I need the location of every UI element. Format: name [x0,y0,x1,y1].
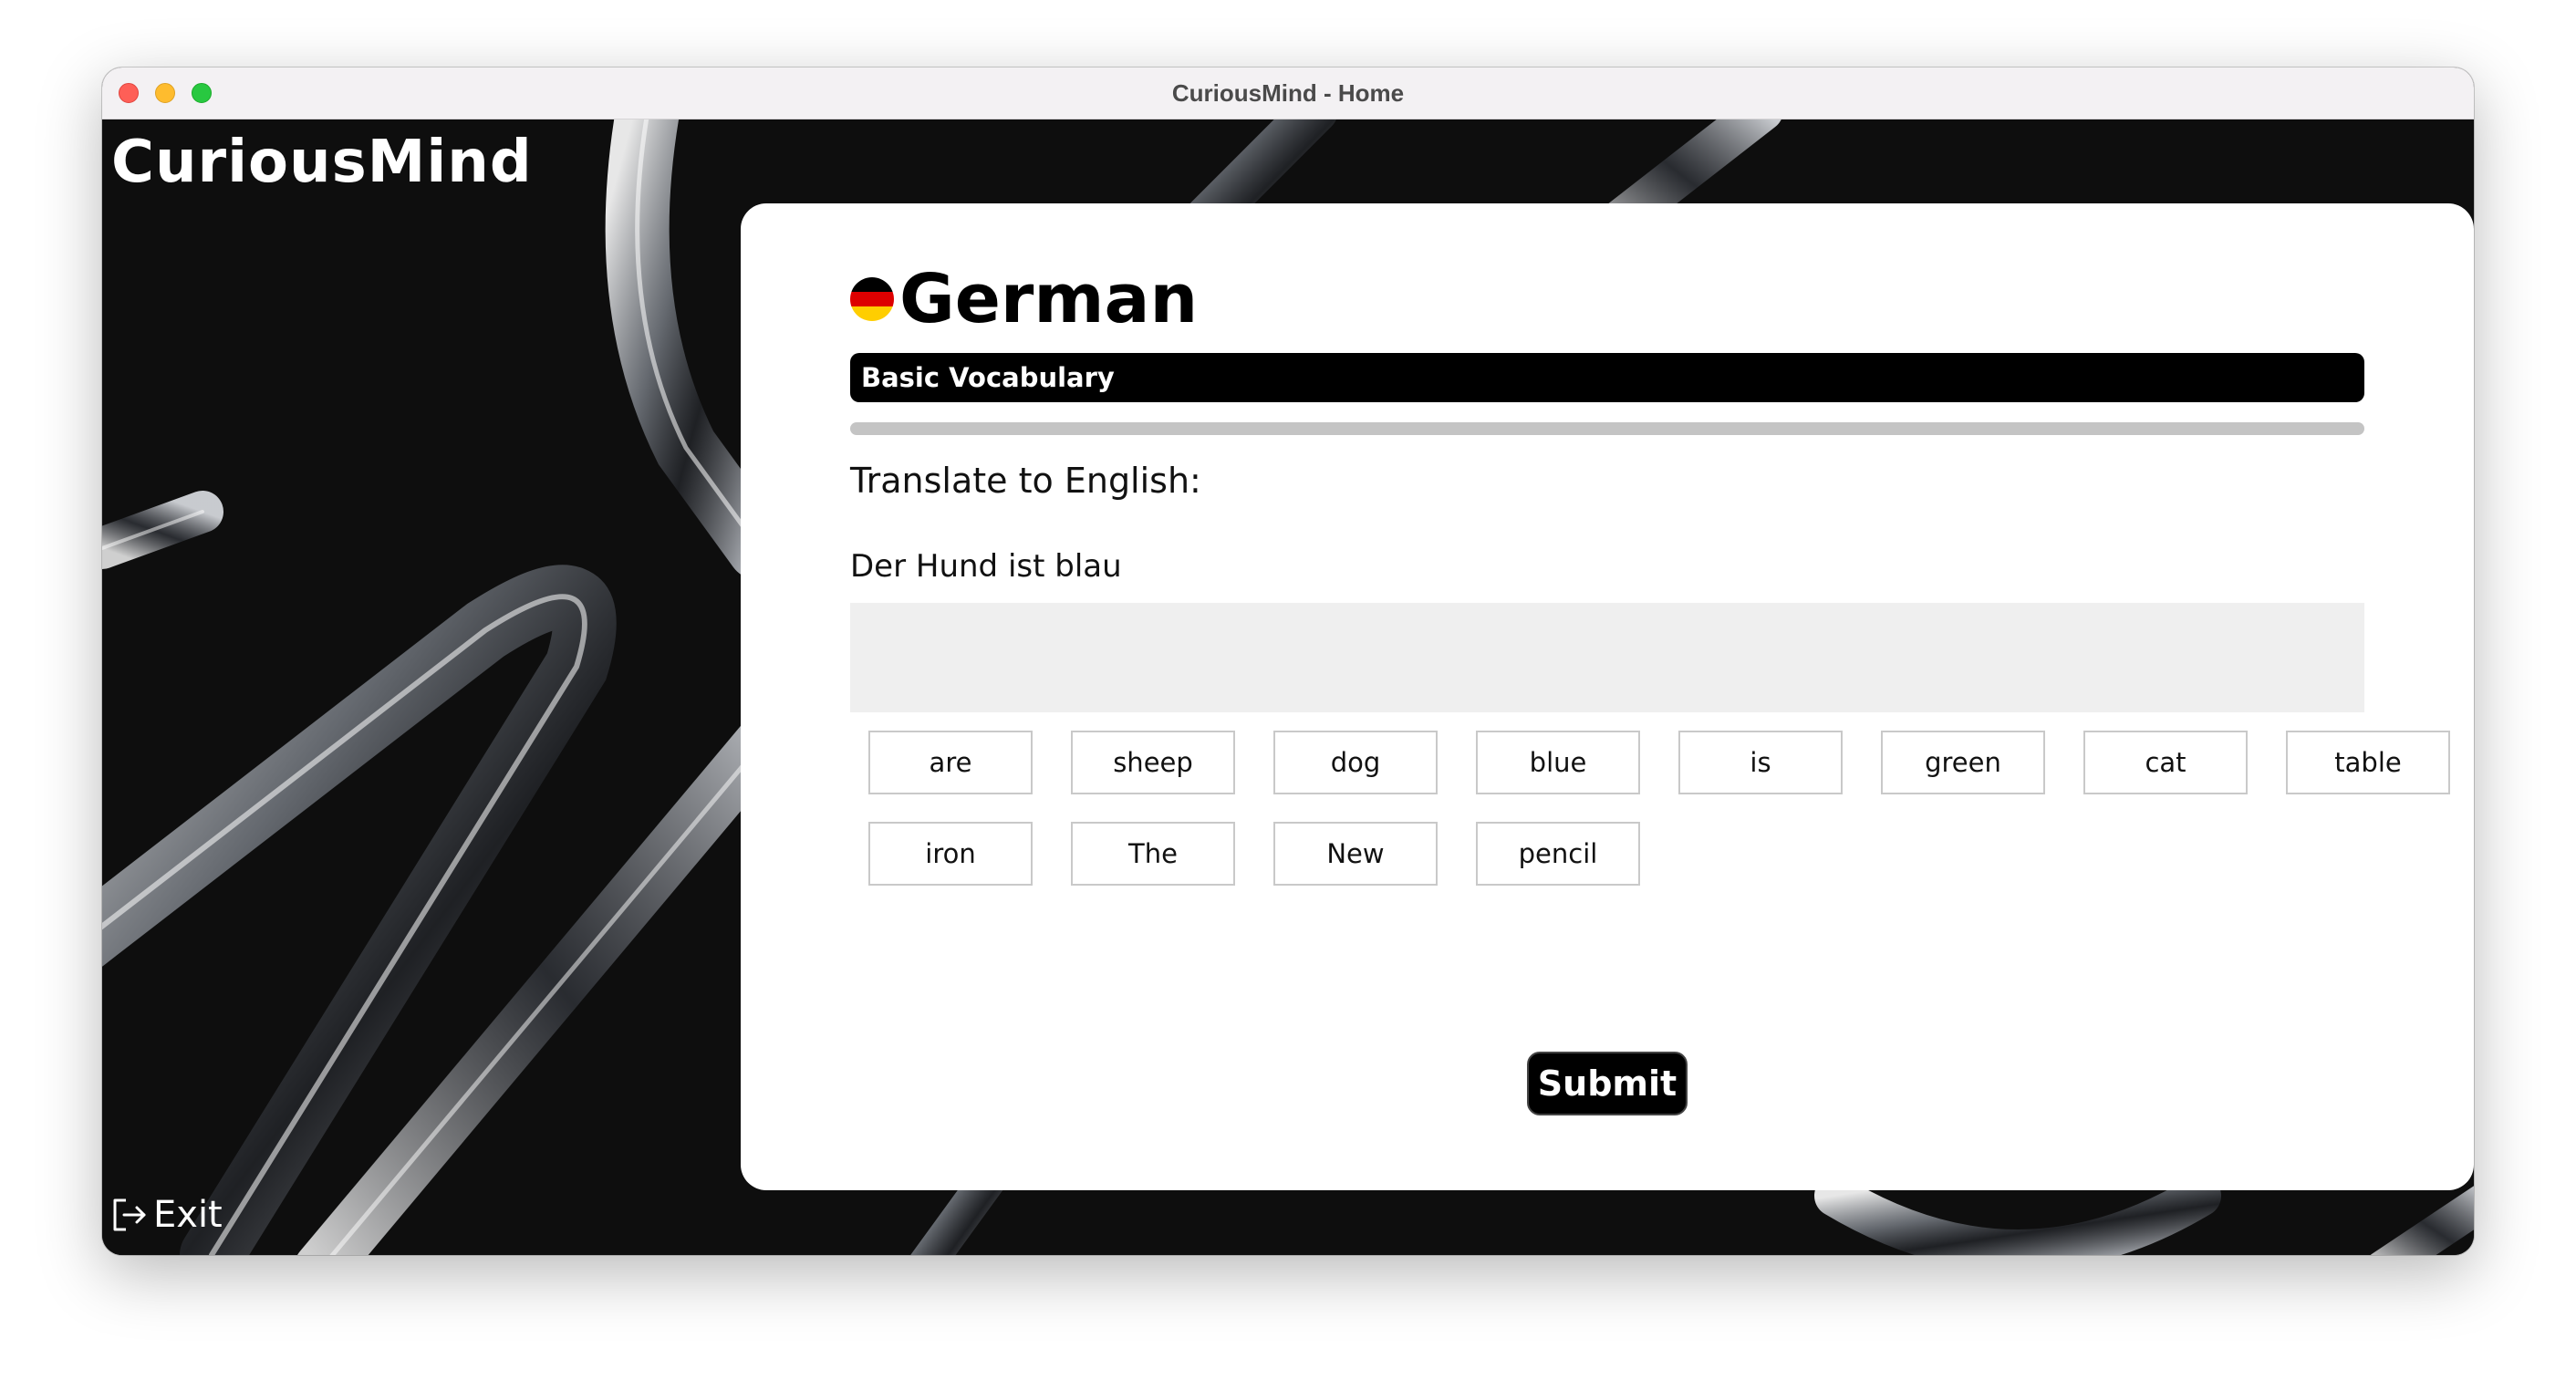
source-sentence: Der Hund ist blau [850,548,1122,585]
answer-drop-area[interactable] [850,603,2364,712]
exit-icon [113,1198,146,1231]
word-option-button[interactable]: iron [868,822,1033,886]
instruction-text: Translate to English: [850,461,1201,501]
lesson-card: German Basic Vocabulary Translate to Eng… [741,203,2474,1190]
word-option-button[interactable]: dog [1273,731,1438,794]
exit-button[interactable]: Exit [109,1194,223,1236]
flag-stripe [850,277,894,292]
word-option-button[interactable]: sheep [1071,731,1235,794]
word-option-button[interactable]: cat [2083,731,2248,794]
window-title: CuriousMind - Home [1171,79,1405,107]
germany-flag-icon [850,277,894,321]
word-option-button[interactable]: are [868,731,1033,794]
lesson-progress-bar [850,422,2364,435]
app-brand-title: CuriousMind [111,129,533,196]
word-option-button[interactable]: green [1881,731,2045,794]
language-title: German [899,260,1199,338]
title-bar: CuriousMind - Home [102,67,2474,119]
word-option-button[interactable]: pencil [1476,822,1640,886]
submit-button[interactable]: Submit [1527,1052,1688,1115]
flag-stripe [850,292,894,306]
word-option-button[interactable]: The [1071,822,1235,886]
exit-label: Exit [153,1194,223,1236]
word-option-button[interactable]: is [1678,731,1843,794]
language-header: German [850,258,1198,340]
word-option-button[interactable]: New [1273,822,1438,886]
app-content: CuriousMind Exit German Basic Vocabulary [102,119,2474,1255]
app-window: CuriousMind - Home CuriousMind Exit Germ… [102,67,2474,1255]
flag-stripe [850,306,894,321]
lesson-level-banner: Basic Vocabulary [850,353,2364,402]
word-option-button[interactable]: table [2286,731,2450,794]
word-option-button[interactable]: blue [1476,731,1640,794]
